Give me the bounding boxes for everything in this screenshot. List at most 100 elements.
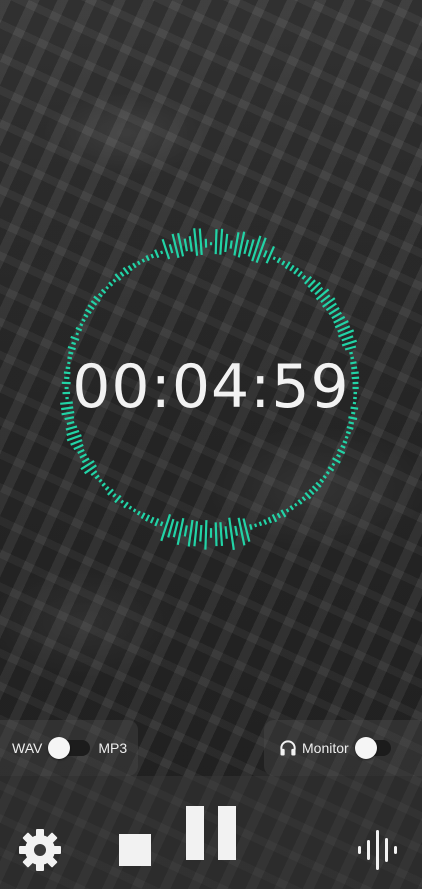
format-toggle-knob: [48, 737, 71, 759]
visualizer-bar: [219, 228, 224, 255]
visualizer-bar: [168, 243, 174, 254]
visualizer-bar: [136, 260, 141, 266]
elapsed-timer: 00:04:59: [72, 352, 350, 422]
visualizer-bar: [159, 521, 164, 527]
format-toggle-switch[interactable]: [48, 737, 91, 759]
visualizer-bar: [243, 239, 250, 255]
visualizer-bar: [285, 508, 290, 513]
visualizer-bar: [320, 294, 331, 303]
visualizer-bar: [132, 262, 137, 269]
monitor-toggle-switch[interactable]: [354, 737, 391, 759]
visualizer-bar: [342, 440, 348, 444]
visualizer-bar: [340, 444, 346, 449]
monitor-toggle-knob: [354, 737, 377, 759]
visualizer-bar: [122, 266, 130, 275]
visualizer-bar: [325, 302, 337, 312]
visualizer-bar: [307, 279, 316, 288]
visualizer-bar: [141, 258, 146, 263]
visualizer-bar: [327, 466, 335, 472]
visualizer-bar: [101, 482, 106, 487]
visualizer-bar: [345, 430, 351, 435]
visualizer-bar: [265, 245, 276, 264]
visualizer-bar: [271, 514, 278, 523]
visualizer-bar: [100, 288, 107, 294]
visualizer-bar: [84, 308, 92, 315]
visualizer-bar: [304, 491, 312, 500]
visualizer-bar: [183, 525, 188, 537]
visualizer-bar: [254, 523, 258, 528]
visualizer-bar: [83, 313, 89, 318]
visualizer-bar: [249, 524, 253, 530]
visualizer-bar: [247, 239, 255, 257]
visualizer-bar: [127, 265, 133, 272]
visualizer-bar: [70, 439, 83, 446]
format-label-mp3: MP3: [98, 740, 128, 756]
visualizer-bar: [77, 448, 85, 454]
visualizer-bar: [154, 249, 160, 259]
visualizer-bar: [314, 286, 324, 296]
visualizer-bar: [73, 443, 84, 451]
pause-icon[interactable]: [186, 806, 236, 860]
stop-icon[interactable]: [119, 834, 151, 866]
visualizer-bar: [289, 505, 295, 511]
visualizer-bar: [224, 233, 229, 253]
format-toggle-panel: WAV MP3: [0, 720, 138, 776]
visualizer-bar: [154, 518, 160, 527]
visualizer-bar: [112, 278, 117, 283]
visualizer-bar: [258, 521, 263, 527]
visualizer-bar: [65, 425, 78, 431]
pause-bar-right: [218, 806, 236, 860]
format-label-wav: WAV: [12, 740, 43, 756]
visualizer-bar: [114, 494, 122, 504]
visualizer-bar: [224, 526, 228, 539]
visualizer-bar: [114, 273, 122, 281]
waveform-icon[interactable]: [356, 826, 402, 874]
visualizer-bar: [108, 281, 114, 287]
visualizer-bar: [149, 516, 155, 524]
visualizer-bar: [297, 499, 303, 505]
monitor-panel: Monitor: [264, 720, 422, 776]
visualizer-bar: [188, 236, 193, 252]
visualizer-bar: [160, 250, 164, 255]
visualizer-bar: [198, 228, 203, 255]
visualizer-bar: [315, 481, 322, 488]
gear-icon[interactable]: [16, 826, 64, 874]
visualizer-bar: [193, 521, 199, 547]
visualizer-bar: [328, 306, 340, 316]
visualizer-bar: [75, 326, 83, 332]
visualizer-bar: [98, 478, 103, 483]
visualizer-bar: [308, 488, 315, 496]
visualizer-bar: [187, 519, 194, 547]
visualizer-bar: [262, 250, 268, 258]
visualizer-bar: [87, 304, 95, 311]
visualizer-bar: [344, 435, 349, 439]
visualizer-bar: [145, 514, 151, 522]
visualizer-bar: [293, 267, 299, 275]
visualizer-bar: [284, 261, 291, 270]
visualizer-bar: [66, 434, 82, 442]
visualizer-bar: [183, 238, 188, 252]
visualizer-bar: [136, 510, 141, 516]
visualizer-bar: [97, 292, 103, 298]
visualizer-bar: [204, 520, 208, 550]
visualizer-bar: [172, 521, 179, 538]
visualizer-bar: [341, 335, 354, 342]
headphones-icon: [280, 740, 296, 756]
visualizer-bar: [75, 332, 80, 336]
visualizer-bar: [341, 339, 358, 347]
visualizer-bar: [79, 453, 88, 459]
visualizer-bar: [81, 318, 86, 323]
visualizer-bar: [228, 517, 235, 551]
visualizer-bar: [161, 238, 171, 260]
monitor-label: Monitor: [302, 740, 349, 756]
visualizer-bar: [71, 341, 77, 346]
visualizer-bar: [233, 232, 240, 256]
visualizer-bar: [167, 518, 175, 538]
visualizer-bar: [70, 335, 80, 342]
visualizer-bar: [120, 499, 125, 504]
visualizer-bar: [105, 285, 110, 290]
pause-bar-left: [186, 806, 204, 860]
visualizer-bar: [79, 323, 84, 327]
visualizer-bar: [107, 488, 114, 496]
visualizer-bar: [132, 508, 137, 513]
